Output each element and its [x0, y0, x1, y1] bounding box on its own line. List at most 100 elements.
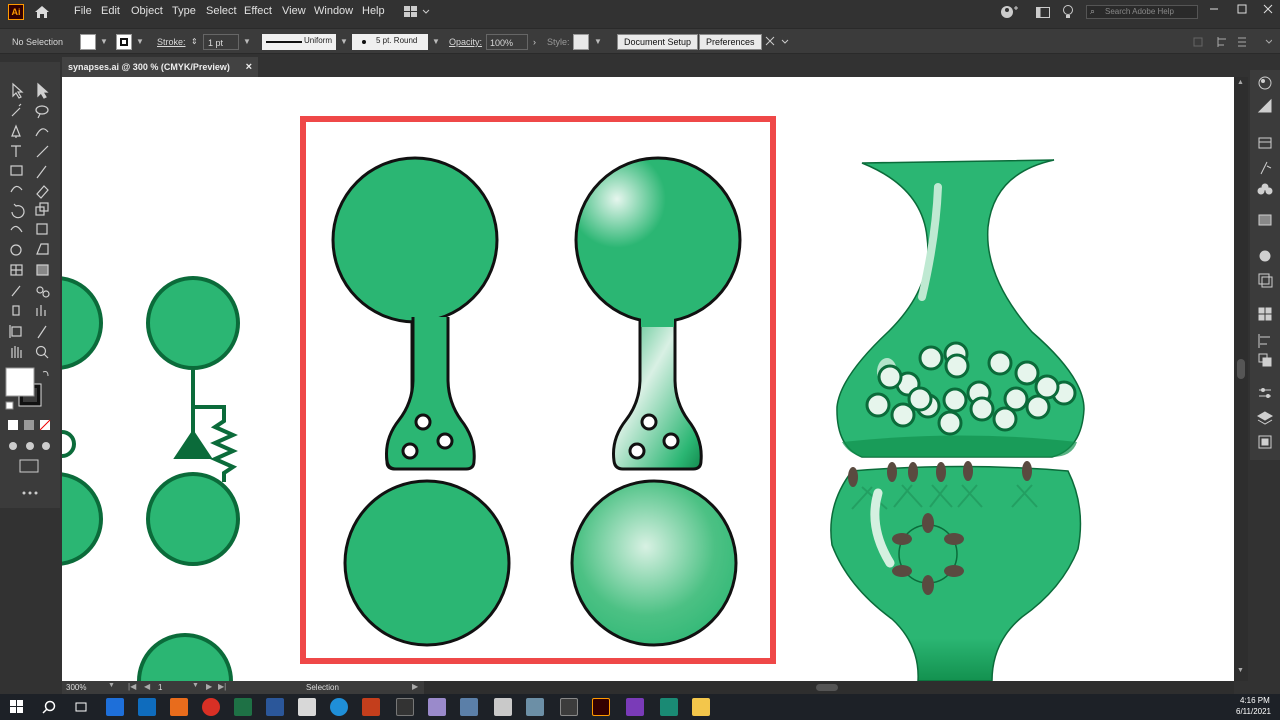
free-transform-tool-icon[interactable] [36, 223, 48, 235]
edge-icon[interactable] [330, 698, 348, 716]
close-window-button[interactable] [1262, 3, 1274, 15]
artboards-panel-icon[interactable] [1258, 435, 1272, 449]
stroke-dropdown-icon[interactable]: ▼ [136, 34, 144, 50]
graphic-styles-icon[interactable] [1258, 273, 1273, 288]
fill-dropdown-icon[interactable]: ▼ [100, 34, 108, 50]
document-tab[interactable]: synapses.ai @ 300 % (CMYK/Preview) × [62, 57, 258, 77]
maximize-button[interactable] [1236, 3, 1248, 15]
stroke-weight-dropdown-icon[interactable]: ▼ [243, 34, 251, 50]
file-explorer-icon[interactable] [692, 698, 710, 716]
minimize-button[interactable] [1208, 3, 1220, 15]
menu-help[interactable]: Help [362, 5, 385, 17]
scale-tool-icon[interactable] [35, 202, 49, 216]
color-guide-icon[interactable] [1257, 98, 1272, 113]
lasso-tool-icon[interactable] [35, 105, 49, 119]
symbols-panel-icon[interactable] [1257, 183, 1273, 195]
stroke-swatch[interactable] [116, 34, 132, 50]
properties-panel-icon[interactable] [1259, 388, 1271, 398]
word-icon[interactable] [266, 698, 284, 716]
symbol-sprayer-tool-icon[interactable] [12, 305, 20, 316]
brush-definition[interactable]: 5 pt. Round [352, 34, 428, 50]
paintbrush-tool-icon[interactable] [36, 165, 47, 179]
graphic-style-swatch[interactable] [573, 34, 589, 50]
scroll-up-arrow-icon[interactable]: ▲ [1237, 79, 1244, 86]
windows-start-icon[interactable] [10, 700, 24, 717]
workspace-switcher-icon[interactable] [404, 6, 432, 21]
stroke-stepper-icon[interactable]: ⇕ [191, 34, 198, 50]
fill-stroke-widget[interactable] [5, 367, 49, 410]
scroll-down-arrow-icon[interactable]: ▼ [1237, 667, 1244, 674]
stroke-weight-input[interactable]: 1 pt [203, 34, 239, 50]
menu-select[interactable]: Select [206, 5, 237, 17]
shaper-tool-icon[interactable] [10, 185, 23, 193]
artboard-dropdown-icon[interactable]: ▼ [192, 682, 199, 689]
illustrator-taskbar-icon[interactable] [592, 698, 610, 716]
selection-tool-icon[interactable] [12, 82, 24, 99]
clock-time[interactable]: 4:16 PM [1240, 696, 1270, 705]
opacity-input[interactable]: 100% [486, 34, 528, 50]
app-icon-1[interactable] [106, 698, 124, 716]
eyedropper-tool-icon[interactable] [11, 285, 21, 297]
artboard-number[interactable]: 1 [158, 683, 162, 692]
menu-type[interactable]: Type [172, 5, 196, 17]
first-artboard-icon[interactable]: |◀ [128, 682, 136, 691]
zoom-level[interactable]: 300% [66, 683, 86, 692]
zoom-dropdown-icon[interactable]: ▼ [108, 682, 115, 689]
app-icon-14[interactable] [526, 698, 544, 716]
screen-mode-icon[interactable] [19, 459, 39, 473]
perspective-grid-tool-icon[interactable] [36, 243, 49, 255]
opacity-label[interactable]: Opacity: [449, 34, 482, 50]
type-tool-icon[interactable] [11, 145, 21, 157]
menu-window[interactable]: Window [314, 5, 353, 17]
close-tab-icon[interactable]: × [246, 57, 252, 77]
document-setup-button[interactable]: Document Setup [617, 34, 699, 50]
eraser-tool-icon[interactable] [36, 185, 49, 199]
menu-view[interactable]: View [282, 5, 306, 17]
home-icon[interactable] [34, 5, 50, 22]
lightbulb-icon[interactable] [1062, 5, 1074, 22]
style-dropdown-icon[interactable]: ▼ [594, 34, 602, 50]
color-panel-icon[interactable] [1258, 76, 1272, 90]
align-panel-icon[interactable] [1258, 334, 1270, 348]
app-icon-3[interactable] [170, 698, 188, 716]
preferences-button[interactable]: Preferences [699, 34, 762, 50]
variable-width-profile[interactable]: Uniform [262, 34, 336, 50]
brushes-panel-icon[interactable] [1260, 161, 1272, 175]
clock-date[interactable]: 6/11/2021 [1236, 707, 1271, 716]
app-icon-11[interactable] [428, 698, 446, 716]
opacity-arrow-icon[interactable]: › [533, 34, 536, 50]
slice-tool-icon[interactable] [37, 325, 47, 339]
appearance-panel-icon[interactable] [1259, 250, 1271, 262]
horizontal-scrollbar-thumb[interactable] [816, 684, 838, 691]
scrollbar-thumb[interactable] [1237, 359, 1245, 379]
calculator-icon[interactable] [460, 698, 478, 716]
next-artboard-icon[interactable]: ▶ [206, 682, 212, 691]
gradient-panel-icon[interactable] [1258, 214, 1272, 226]
chrome-icon[interactable] [202, 698, 220, 716]
prev-artboard-icon[interactable]: ◀ [144, 682, 150, 691]
horizontal-scrollbar[interactable] [424, 681, 1234, 694]
app-icon-15[interactable] [560, 698, 578, 716]
status-menu-icon[interactable]: ▶ [412, 682, 418, 691]
app-icon-13[interactable] [494, 698, 512, 716]
transform-panel-icon[interactable] [764, 35, 790, 52]
last-artboard-icon[interactable]: ▶| [218, 682, 226, 691]
arrange-documents-icon[interactable] [1036, 7, 1050, 21]
rotate-tool-icon[interactable] [11, 203, 25, 219]
excel-icon[interactable] [234, 698, 252, 716]
zoom-tool-icon[interactable] [35, 345, 49, 359]
line-tool-icon[interactable] [36, 145, 49, 158]
more-tools-icon[interactable] [22, 491, 38, 495]
menu-file[interactable]: File [74, 5, 92, 17]
artboard-tool-icon[interactable] [9, 325, 22, 338]
fill-swatch[interactable] [80, 34, 96, 50]
task-view-icon[interactable] [74, 700, 88, 717]
pen-tool-icon[interactable] [11, 124, 21, 138]
left-neuron-diagram[interactable] [62, 276, 240, 681]
color-mode-buttons[interactable] [8, 419, 51, 431]
warp-tool-icon[interactable] [10, 225, 23, 233]
terminal-icon[interactable] [396, 698, 414, 716]
menu-edit[interactable]: Edit [101, 5, 120, 17]
menu-object[interactable]: Object [131, 5, 163, 17]
realistic-synapse[interactable] [830, 159, 1085, 681]
